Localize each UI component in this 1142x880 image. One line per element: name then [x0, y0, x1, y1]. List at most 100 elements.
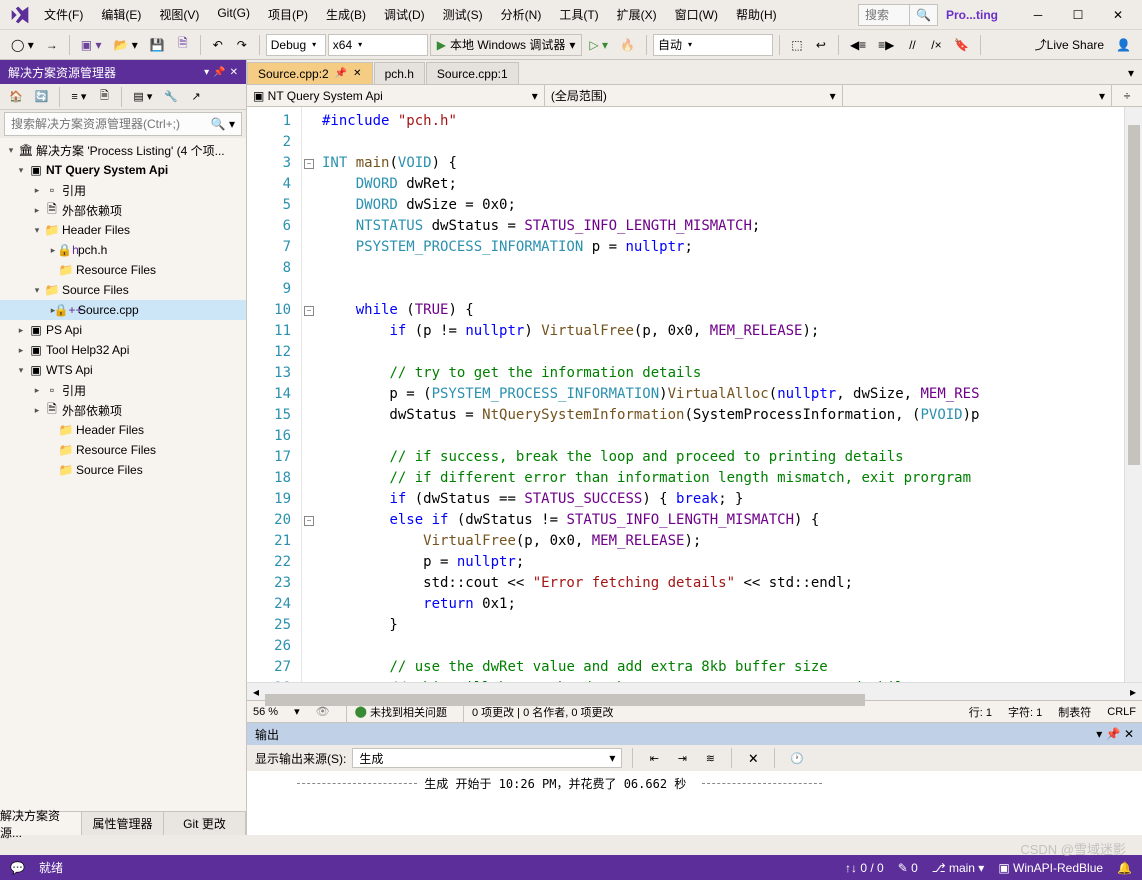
live-share-button[interactable]: ⤴ Live Share	[1030, 34, 1109, 56]
scope-member[interactable]: ▾	[843, 85, 1112, 106]
project-item-resources[interactable]: 📁Resource Files	[0, 440, 246, 460]
bookmark-button[interactable]: 🔖	[949, 34, 974, 56]
redo-button[interactable]: ↷	[231, 34, 253, 56]
speech-icon[interactable]: 💬	[10, 861, 25, 875]
project-item-external[interactable]: ▸🗎外部依赖项	[0, 200, 246, 220]
menu-git[interactable]: Git(G)	[209, 2, 258, 27]
vertical-scrollbar[interactable]	[1124, 107, 1142, 682]
tab-git-changes[interactable]: Git 更改	[164, 812, 246, 835]
title-search-input[interactable]	[859, 8, 909, 22]
project-wts[interactable]: ▾▣WTS Api	[0, 360, 246, 380]
new-project-button[interactable]: ▣ ▾	[76, 34, 107, 56]
output-body[interactable]: 生成 开始于 10:26 PM，并花费了 06.662 秒	[247, 771, 1142, 835]
view-icon[interactable]: ≡ ▾	[66, 86, 91, 108]
lineending-mode[interactable]: CRLF	[1107, 706, 1136, 718]
close-icon[interactable]: ✕	[353, 68, 361, 79]
pin-icon[interactable]: 📌	[335, 68, 347, 79]
menu-view[interactable]: 视图(V)	[151, 2, 207, 27]
project-item-resources[interactable]: 📁Resource Files	[0, 260, 246, 280]
outdent-button[interactable]: ◀≡	[845, 34, 871, 56]
output-source-combo[interactable]: 生成▾	[352, 748, 622, 768]
updown-status[interactable]: ↑↓ 0 / 0	[845, 861, 884, 875]
project-item-refs[interactable]: ▸▫引用	[0, 180, 246, 200]
file-tab-source1[interactable]: Source.cpp:1	[426, 62, 519, 84]
feedback-button[interactable]: 👤	[1111, 34, 1136, 56]
file-tab-source2[interactable]: Source.cpp:2📌✕	[247, 62, 373, 84]
platform-combo[interactable]: x64▾	[328, 34, 428, 56]
title-search[interactable]: 🔍	[858, 4, 938, 26]
dropdown-icon[interactable]: ▾	[204, 67, 209, 78]
menu-debug[interactable]: 调试(D)	[376, 2, 433, 27]
auto-combo[interactable]: 自动▾	[653, 34, 773, 56]
search-icon[interactable]: 🔍	[909, 5, 937, 25]
forward-button[interactable]: →	[41, 34, 63, 56]
project-item-headers[interactable]: ▾📁Header Files	[0, 220, 246, 240]
goto-next-icon[interactable]: ⇥	[671, 747, 693, 769]
code-lines[interactable]: #include "pch.h" INT main(VOID) { DWORD …	[316, 107, 1124, 682]
project-item-external[interactable]: ▸🗎外部依赖项	[0, 400, 246, 420]
solution-search[interactable]: 🔍 ▾	[4, 112, 242, 136]
sync-icon[interactable]: 🔄	[30, 86, 54, 108]
project-item-headers[interactable]: 📁Header Files	[0, 420, 246, 440]
indent-button[interactable]: ≡▶	[873, 34, 899, 56]
menu-test[interactable]: 测试(S)	[435, 2, 491, 27]
scope-type[interactable]: (全局范围)▾	[545, 85, 843, 106]
close-icon[interactable]: ✕	[1124, 727, 1134, 741]
maximize-button[interactable]: ☐	[1058, 1, 1098, 29]
pencil-status[interactable]: ✎ 0	[898, 861, 918, 875]
search-icon[interactable]: 🔍 ▾	[211, 117, 235, 131]
menu-project[interactable]: 项目(P)	[260, 2, 316, 27]
file-tab-pch[interactable]: pch.h	[374, 62, 425, 84]
file-source-cpp[interactable]: ▸🔒++Source.cpp	[0, 300, 246, 320]
project-toolhelp[interactable]: ▸▣Tool Help32 Api	[0, 340, 246, 360]
wordwrap-button[interactable]: ↩	[810, 34, 832, 56]
menu-tools[interactable]: 工具(T)	[551, 2, 606, 27]
project-ntquery[interactable]: ▾▣NT Query System Api	[0, 160, 246, 180]
files-icon[interactable]: 🗎	[93, 86, 115, 108]
menu-build[interactable]: 生成(B)	[318, 2, 374, 27]
menu-analyze[interactable]: 分析(N)	[493, 2, 550, 27]
minimize-button[interactable]: ─	[1018, 1, 1058, 29]
pin-icon[interactable]: 📌	[213, 67, 225, 78]
health-icon[interactable]: 👁	[316, 705, 330, 718]
close-icon[interactable]: ✕	[230, 67, 238, 78]
branch-status[interactable]: ⎇ main ▾	[932, 861, 985, 875]
timestamp-icon[interactable]: 🕐	[785, 747, 809, 769]
horizontal-scrollbar[interactable]: ◂▸	[247, 682, 1142, 700]
repo-status[interactable]: ▣ WinAPI-RedBlue	[998, 861, 1103, 875]
properties-icon[interactable]: 🔧	[159, 86, 183, 108]
clear-icon[interactable]: ≋	[699, 747, 721, 769]
menu-extensions[interactable]: 扩展(X)	[609, 2, 665, 27]
filter-icon[interactable]: ▤ ▾	[128, 86, 157, 108]
menu-edit[interactable]: 编辑(E)	[93, 2, 149, 27]
hot-reload-button[interactable]: 🔥	[615, 34, 640, 56]
goto-prev-icon[interactable]: ⇤	[643, 747, 665, 769]
close-button[interactable]: ✕	[1098, 1, 1138, 29]
wrap-icon[interactable]: 🗙	[742, 747, 764, 769]
notification-icon[interactable]: 🔔	[1117, 861, 1132, 875]
dropdown-icon[interactable]: ▾	[1096, 727, 1102, 741]
code-area[interactable]: 1234567891011121314151617181920212223242…	[247, 107, 1142, 682]
project-psapi[interactable]: ▸▣PS Api	[0, 320, 246, 340]
start-noattach-button[interactable]: ▷ ▾	[584, 34, 613, 56]
tabs-mode[interactable]: 制表符	[1058, 704, 1091, 720]
zoom-level[interactable]: 56 %	[253, 706, 278, 718]
save-all-button[interactable]: 🗎	[172, 34, 194, 56]
project-item-refs[interactable]: ▸▫引用	[0, 380, 246, 400]
open-button[interactable]: 📂 ▾	[109, 34, 143, 56]
scroll-thumb[interactable]	[1128, 125, 1140, 465]
tab-solution[interactable]: 解决方案资源...	[0, 812, 82, 835]
scope-project[interactable]: ▣ NT Query System Api▾	[247, 85, 545, 106]
split-button[interactable]: ÷	[1112, 85, 1142, 106]
menu-window[interactable]: 窗口(W)	[667, 2, 726, 27]
preview-icon[interactable]: ↗	[185, 86, 207, 108]
menu-help[interactable]: 帮助(H)	[728, 2, 785, 27]
file-pch-h[interactable]: ▸🔒hpch.h	[0, 240, 246, 260]
solution-root[interactable]: ▾🏛解决方案 'Process Listing' (4 个项...	[0, 140, 246, 160]
whitespace-button[interactable]: ⬚	[786, 34, 808, 56]
undo-button[interactable]: ↶	[207, 34, 229, 56]
solution-search-input[interactable]	[11, 117, 211, 131]
config-combo[interactable]: Debug▾	[266, 34, 326, 56]
save-button[interactable]: 💾	[145, 34, 170, 56]
project-item-sources[interactable]: ▾📁Source Files	[0, 280, 246, 300]
